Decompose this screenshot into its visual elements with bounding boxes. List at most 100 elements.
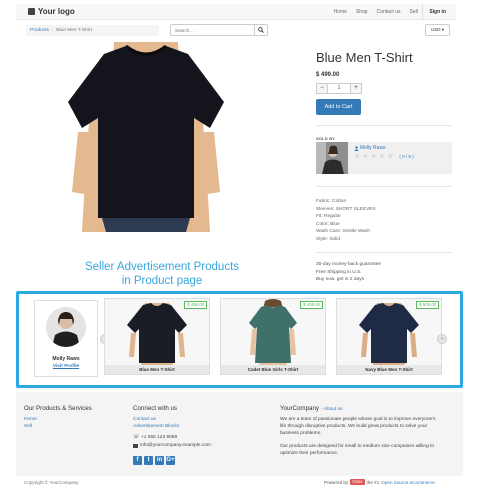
quantity-input[interactable]: 1: [328, 83, 350, 94]
logo-text: Your logo: [38, 7, 75, 16]
sold-by-label: SOLD BY: [316, 136, 336, 141]
footer-phone: ☏ +1 555 123 8069: [133, 435, 177, 440]
divider: [316, 252, 452, 253]
carousel-product-price: $ 409.00: [300, 301, 323, 309]
currency-select[interactable]: USD ▾: [425, 24, 450, 36]
footer-phone-number: +1 555 123 8069: [141, 435, 178, 440]
search-box: [170, 24, 268, 36]
nav-item-contact[interactable]: Contact us: [372, 9, 405, 15]
breadcrumb: Products / Blue Men T-Shirt: [26, 25, 159, 36]
carousel-next-button[interactable]: ›: [437, 334, 447, 344]
footer-link-advertisement[interactable]: Advertisement Blocks: [133, 424, 179, 429]
facebook-icon[interactable]: f: [133, 456, 142, 465]
visit-profile-link[interactable]: Visit Profile: [35, 364, 97, 369]
product-image: [62, 42, 230, 232]
open-source-ecommerce-link[interactable]: Open Source eCommerce.: [381, 480, 436, 485]
breadcrumb-products[interactable]: Products: [30, 28, 49, 33]
quantity-stepper: − 1 +: [316, 83, 362, 94]
footer-link-sell[interactable]: Sell: [24, 424, 32, 429]
attribute-line: Fit: Regular: [316, 214, 341, 220]
footer-email-address[interactable]: info@yourcompany.example.com: [140, 443, 211, 448]
footer-text-line: We are a team of passionate people whose…: [280, 417, 436, 422]
footer-connect-title: Connect with us: [133, 405, 178, 412]
attribute-line: Color: Blue: [316, 221, 340, 227]
nav-item-sell[interactable]: Sell: [405, 9, 422, 15]
policy-line: 30-day money-back guarantee: [316, 262, 382, 267]
product-price: $ 499.00: [316, 72, 340, 78]
odoo-logo[interactable]: Odoo: [350, 479, 365, 485]
linkedin-icon[interactable]: in: [155, 456, 164, 465]
footer-about-link[interactable]: - About us: [321, 407, 343, 412]
logo-icon: [28, 8, 35, 15]
rating-count-link[interactable]: ( 0 / 5 ): [399, 154, 413, 159]
search-input[interactable]: [170, 24, 255, 36]
footer-text-line: Our products are designed for small to m…: [280, 444, 435, 449]
footer-products-title: Our Products & Services: [24, 405, 92, 412]
social-links: f t in G+: [133, 456, 175, 465]
footer-company-title: YourCompany: [280, 405, 319, 412]
seller-name-link[interactable]: Molly Raws: [354, 145, 386, 151]
carousel-product-name: Blue Men T-Shirt: [105, 365, 209, 374]
divider: [316, 186, 452, 187]
powered-by: Powered by Odoo the #1 Open Source eComm…: [324, 479, 436, 485]
footer-link-contact[interactable]: Contact us: [133, 417, 156, 422]
quantity-decrease-button[interactable]: −: [316, 83, 328, 94]
add-to-cart-button[interactable]: Add to Cart: [316, 99, 361, 115]
breadcrumb-current: Blue Men T-Shirt: [56, 28, 92, 33]
footer-company-heading: YourCompany - About us: [280, 405, 343, 412]
annotation-line-2: in Product page: [121, 275, 203, 287]
powered-by-text: Powered by: [324, 479, 349, 485]
nav-menu: Home Shop Contact us Sell Sign in: [329, 4, 452, 20]
star-icon: ★: [370, 153, 377, 160]
footer-text-line: life through disruptive products. We bui…: [280, 424, 428, 429]
twitter-icon[interactable]: t: [144, 456, 153, 465]
carousel-product-name: Cadet Blue Girls T-Shirt: [221, 365, 325, 374]
carousel-product-card[interactable]: $ 409.00 Cadet Blue Girls T-Shirt: [220, 298, 326, 375]
carousel-product-image: [105, 299, 209, 366]
footer-company-description: We are a team of passionate people whose…: [280, 416, 435, 437]
sign-in-link[interactable]: Sign in: [422, 4, 452, 20]
carousel-product-name: Navy Blue Men T-Shirt: [337, 365, 441, 374]
seller-card[interactable]: Molly Raws Visit Profile: [34, 300, 98, 377]
carousel-product-card[interactable]: $ 499.00 Blue Men T-Shirt: [104, 298, 210, 375]
product-attributes: Fabric: Cotton Sleeves: SHORT SLEEVES Fi…: [316, 198, 376, 244]
star-icon: ★: [378, 153, 386, 160]
phone-icon: ☏: [133, 435, 139, 440]
seller-thumbnail[interactable]: [316, 142, 348, 174]
envelope-icon: [133, 443, 138, 448]
quantity-increase-button[interactable]: +: [350, 83, 362, 94]
search-icon: [258, 27, 264, 33]
star-icon: ★: [354, 153, 361, 160]
carousel-product-price: $ 509.00: [416, 301, 439, 309]
attribute-line: Wash Care: Gentle Wash: [316, 229, 371, 235]
footer: Our Products & Services Home Sell Connec…: [16, 392, 463, 476]
carousel-product-image: [221, 299, 325, 366]
footer-email: info@yourcompany.example.com: [133, 443, 211, 448]
seller-rating: ★ ★ ★ ★ ★ ( 0 / 5 ): [354, 153, 414, 160]
seller-name: Molly Raws: [360, 145, 386, 151]
carousel-product-price: $ 499.00: [184, 301, 207, 309]
user-icon: [354, 145, 359, 151]
product-title: Blue Men T-Shirt: [316, 50, 413, 65]
powered-by-the-1: the #1: [366, 479, 380, 485]
search-button[interactable]: [255, 24, 268, 36]
policy-line: Buy now, get in 2 days: [316, 277, 364, 283]
attribute-line: Fabric: Cotton: [316, 199, 347, 204]
carousel-product-card[interactable]: $ 509.00 Navy Blue Men T-Shirt: [336, 298, 442, 375]
annotation-line-1: Seller Advertisement Products: [84, 261, 240, 273]
carousel-product-image: [337, 299, 441, 366]
star-icon: ★: [362, 153, 369, 160]
nav-item-home[interactable]: Home: [329, 9, 351, 15]
divider: [316, 125, 452, 126]
attribute-line: Style: Solid: [316, 236, 340, 242]
logo[interactable]: Your logo: [28, 7, 75, 16]
navbar: Your logo Home Shop Contact us Sell Sign…: [16, 4, 456, 20]
google-plus-icon[interactable]: G+: [166, 456, 175, 465]
attribute-line: Sleeves: SHORT SLEEVES: [316, 206, 376, 212]
footer-text-line: business problems.: [280, 431, 322, 436]
footer-company-description-2: Our products are designed for small to m…: [280, 443, 434, 457]
seller-box: Molly Raws ★ ★ ★ ★ ★ ( 0 / 5 ): [316, 142, 452, 174]
nav-item-shop[interactable]: Shop: [351, 9, 372, 15]
footer-link-home[interactable]: Home: [24, 417, 37, 422]
copyright: Copyright © YourCompany: [24, 480, 79, 485]
